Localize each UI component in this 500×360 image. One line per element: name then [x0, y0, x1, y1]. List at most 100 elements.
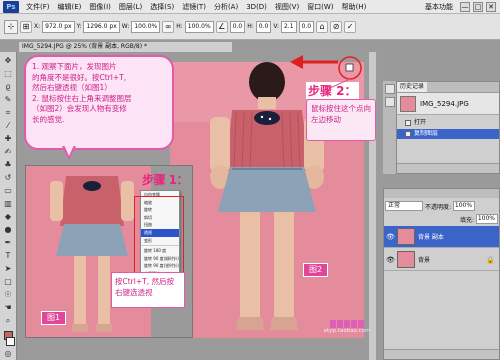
- menu-select[interactable]: 选择(S): [146, 0, 178, 14]
- figure-1-label: 图1: [41, 311, 67, 325]
- hand-tool-icon[interactable]: ☚: [2, 302, 15, 313]
- brush-tool-icon[interactable]: ✍: [2, 146, 15, 157]
- visibility-eye-icon[interactable]: 👁: [386, 256, 395, 264]
- step-2-note: 鼠标按住这个点向左边移动: [306, 99, 376, 141]
- marquee-tool-icon[interactable]: ⬚: [2, 68, 15, 79]
- move-tool-icon[interactable]: ✥: [2, 55, 15, 66]
- history-header: 历史记录: [397, 82, 499, 93]
- callout-line-3: 然后右键透视（如图1）: [32, 83, 112, 92]
- transform-tool-icon[interactable]: ⊹: [4, 19, 18, 34]
- eraser-tool-icon[interactable]: ▭: [2, 185, 15, 196]
- visibility-eye-icon[interactable]: 👁: [386, 233, 395, 241]
- type-tool-icon[interactable]: T: [2, 250, 15, 261]
- workspace-switcher[interactable]: 基本功能: [421, 2, 457, 12]
- callout-tail-inner: [64, 145, 74, 156]
- cancel-icon[interactable]: ⊘: [330, 20, 343, 33]
- history-brush-tool-icon[interactable]: ↺: [2, 172, 15, 183]
- menu-edit[interactable]: 编辑(E): [54, 0, 86, 14]
- stamp-tool-icon[interactable]: ♣: [2, 159, 15, 170]
- layer-row-background[interactable]: 👁 背景 🔒: [384, 249, 499, 271]
- layers-footer: [384, 349, 499, 359]
- 3d-rotate-tool-icon[interactable]: ☉: [2, 289, 15, 300]
- angle-field[interactable]: 0.0: [229, 20, 246, 33]
- eyedropper-tool-icon[interactable]: ⁄: [2, 120, 15, 131]
- path-select-tool-icon[interactable]: ➤: [2, 263, 15, 274]
- figure-2-label: 图2: [303, 263, 329, 277]
- watermark-text: skyp.taobao.com: [323, 328, 371, 334]
- layer-thumbnail: [397, 251, 415, 268]
- layer-row-background-copy[interactable]: 👁 背景 副本: [384, 226, 499, 248]
- y-position-field[interactable]: 1296.0 px: [83, 20, 120, 33]
- maximize-button[interactable]: □: [473, 1, 483, 12]
- panel-dock-empty: [383, 41, 500, 81]
- quick-mask-icon[interactable]: ◎: [2, 348, 15, 359]
- height-field[interactable]: 100.0%: [184, 20, 214, 33]
- gradient-tool-icon[interactable]: ▥: [2, 198, 15, 209]
- callout-line-6: 长的感觉.: [32, 114, 65, 124]
- panel-icon-strip: [383, 81, 397, 174]
- menu-filter[interactable]: 滤镜(T): [178, 0, 210, 14]
- menu-bar: Ps 文件(F) 编辑(E) 图像(I) 图层(L) 选择(S) 滤镜(T) 分…: [0, 0, 500, 14]
- h-skew-label: H:: [247, 23, 254, 30]
- layer-icon: [405, 131, 411, 137]
- watermark-block: [344, 320, 350, 328]
- shape-tool-icon[interactable]: ▢: [2, 276, 15, 287]
- v-skew-field[interactable]: 2.1: [280, 20, 297, 33]
- menu-3d[interactable]: 3D(D): [242, 0, 271, 14]
- blur-tool-icon[interactable]: ◆: [2, 211, 15, 222]
- x-label: X:: [34, 23, 41, 30]
- commit-icon[interactable]: ✓: [344, 20, 357, 33]
- lasso-tool-icon[interactable]: ϱ: [2, 81, 15, 92]
- quick-select-tool-icon[interactable]: ✎: [2, 94, 15, 105]
- watermark-block: [358, 320, 364, 328]
- history-item-label: 打开: [414, 119, 427, 126]
- menu-layer[interactable]: 图层(L): [115, 0, 146, 14]
- menubar-right: 基本功能 — □ ✕: [421, 1, 500, 12]
- inset-note: 按Ctrl+T, 然后按右键选透视: [111, 272, 185, 308]
- watermark-block: [337, 320, 343, 328]
- link-icon[interactable]: ∞: [162, 20, 175, 33]
- menu-image[interactable]: 图像(I): [85, 0, 115, 14]
- zoom-tool-icon[interactable]: ⌕: [2, 315, 15, 326]
- dodge-tool-icon[interactable]: ●: [2, 224, 15, 235]
- history-item-duplicate-layer[interactable]: 复制图层: [397, 129, 499, 139]
- crop-tool-icon[interactable]: ⌗: [2, 107, 15, 118]
- last-field[interactable]: 0.0: [298, 20, 315, 33]
- callout-line-5: （如图2）会发现人物有变修: [32, 104, 127, 113]
- instruction-callout: 1. 观察下面片，发现图片 的角度不是很好。按Ctrl+T, 然后右键透视（如图…: [24, 55, 174, 150]
- menu-view[interactable]: 视图(V): [271, 0, 303, 14]
- healing-tool-icon[interactable]: ✚: [2, 133, 15, 144]
- background-color-swatch[interactable]: [6, 337, 15, 346]
- menu-window[interactable]: 窗口(W): [303, 0, 337, 14]
- document-tab[interactable]: IMG_5294.JPG @ 25% (背景 副本, RGB/8) *: [18, 41, 233, 52]
- fill-field[interactable]: 100%: [476, 214, 498, 224]
- layer-name: 背景 副本: [418, 234, 444, 241]
- callout-line-1: 1. 观察下面片，发现图片: [32, 62, 117, 71]
- document-icon: [405, 120, 411, 126]
- blend-mode-select[interactable]: 正常: [385, 201, 423, 211]
- history-item-open[interactable]: 打开: [397, 118, 499, 128]
- watermark-block: [351, 320, 357, 328]
- history-snapshot[interactable]: IMG_5294.JPG: [397, 93, 499, 115]
- x-position-field[interactable]: 972.0 px: [42, 20, 75, 33]
- minimize-button[interactable]: —: [460, 1, 470, 12]
- close-button[interactable]: ✕: [486, 1, 496, 12]
- step-2-label: 步骤 2：: [306, 82, 359, 99]
- callout-line-4: 2. 鼠标按住右上角来调整图层: [32, 93, 132, 103]
- opacity-field[interactable]: 100%: [453, 201, 476, 211]
- snapshot-name: IMG_5294.JPG: [420, 99, 469, 108]
- width-field[interactable]: 100.0%: [131, 20, 161, 33]
- h-skew-field[interactable]: 0.0: [255, 20, 272, 33]
- warp-icon[interactable]: ⌂: [316, 20, 329, 33]
- history-panel-icon[interactable]: [384, 84, 395, 94]
- menu-help[interactable]: 帮助(H): [338, 0, 371, 14]
- toolbox: ✥ ⬚ ϱ ✎ ⌗ ⁄ ✚ ✍ ♣ ↺ ▭ ▥ ◆ ● ✒ T ➤ ▢ ☉ ☚ …: [0, 52, 17, 360]
- reference-point-icon[interactable]: ⊞: [20, 20, 32, 33]
- menu-file[interactable]: 文件(F): [22, 0, 54, 14]
- watermark-logo: [322, 320, 372, 328]
- layer-name: 背景: [418, 257, 431, 264]
- tab-history[interactable]: 历史记录: [397, 82, 428, 92]
- actions-panel-icon[interactable]: [384, 97, 395, 107]
- menu-analysis[interactable]: 分析(A): [210, 0, 242, 14]
- pen-tool-icon[interactable]: ✒: [2, 237, 15, 248]
